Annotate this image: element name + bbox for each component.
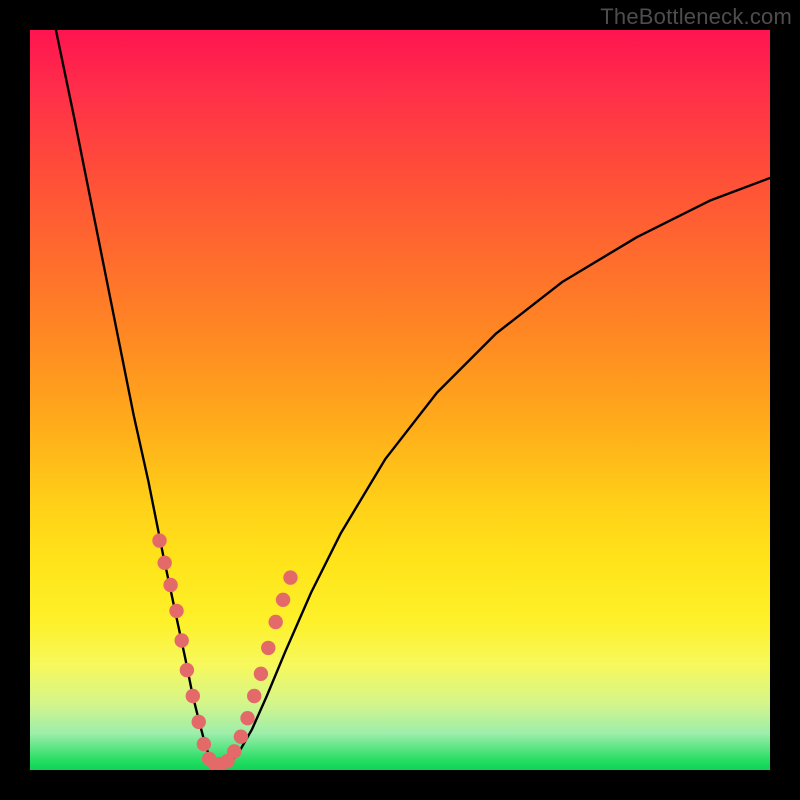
data-point — [254, 667, 268, 681]
curve-group — [56, 30, 770, 766]
data-point — [152, 533, 166, 547]
data-point — [227, 744, 241, 758]
data-point — [247, 689, 261, 703]
data-point — [180, 663, 194, 677]
data-point — [261, 641, 275, 655]
attribution-text: TheBottleneck.com — [600, 4, 792, 30]
data-point — [192, 715, 206, 729]
data-point — [175, 633, 189, 647]
chart-svg — [30, 30, 770, 770]
chart-frame: TheBottleneck.com — [0, 0, 800, 800]
data-point — [186, 689, 200, 703]
data-point — [283, 570, 297, 584]
marker-group — [152, 533, 297, 770]
data-point — [276, 593, 290, 607]
data-point — [157, 556, 171, 570]
data-point — [234, 730, 248, 744]
curve-right-curve — [226, 178, 770, 766]
data-point — [163, 578, 177, 592]
data-point — [197, 737, 211, 751]
data-point — [240, 711, 254, 725]
data-point — [169, 604, 183, 618]
curve-left-curve — [56, 30, 215, 766]
plot-area — [30, 30, 770, 770]
data-point — [268, 615, 282, 629]
